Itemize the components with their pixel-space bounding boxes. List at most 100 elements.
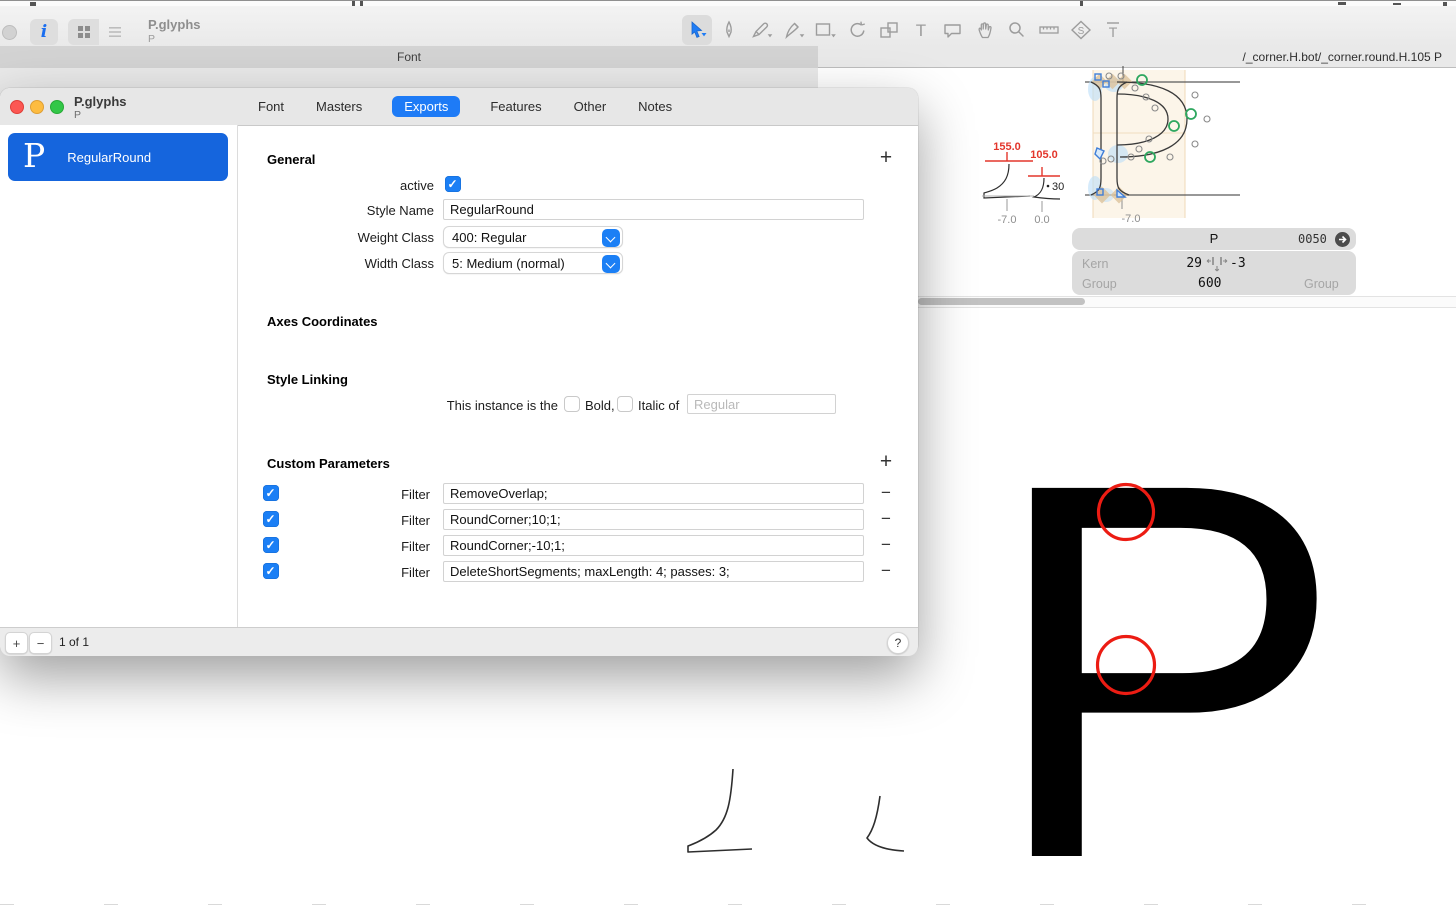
glyph-edit-view[interactable]: 155.0 -7.0 105.0 30 0.0 -7.0	[948, 66, 1260, 238]
custom-parameters-add-button[interactable]: +	[876, 452, 896, 472]
close-button[interactable]	[10, 100, 24, 114]
measure-105-value: 105.0	[1030, 149, 1058, 161]
pencil-icon	[781, 19, 805, 41]
add-instance-button[interactable]: +	[5, 632, 28, 654]
parameter-value-input[interactable]	[443, 561, 864, 582]
parameter-value-input[interactable]	[443, 483, 864, 504]
pen-tool[interactable]	[746, 15, 776, 45]
main-toolbar: i P.glyphs P	[0, 6, 1456, 47]
view-mode-segmented-control	[68, 19, 130, 45]
general-heading: General	[267, 152, 315, 167]
style-linking-target-input[interactable]	[687, 394, 836, 414]
italic-label: Italic of	[638, 398, 679, 413]
instance-list-item[interactable]: P RegularRound	[8, 133, 228, 181]
kern-label: Kern	[1082, 257, 1108, 271]
parameter-remove-button[interactable]: −	[878, 563, 894, 579]
minimize-button[interactable]	[30, 100, 44, 114]
annotation-tool[interactable]	[938, 15, 968, 45]
dialog-tab-bar: Font Masters Exports Features Other Note…	[256, 95, 674, 118]
pen-icon	[749, 19, 773, 41]
tab-masters[interactable]: Masters	[314, 96, 364, 117]
scrollbar-thumb[interactable]	[918, 298, 1085, 305]
text-tool[interactable]: T	[906, 15, 936, 45]
chevron-down-icon	[602, 255, 620, 273]
text-icon: T	[909, 19, 933, 41]
rectangle-icon	[813, 19, 837, 41]
kern-icon	[1206, 254, 1228, 274]
rotate-tool[interactable]	[842, 15, 872, 45]
active-checkbox[interactable]	[445, 176, 461, 192]
help-button[interactable]: ?	[887, 632, 909, 654]
parameter-checkbox[interactable]	[263, 511, 279, 527]
select-tool[interactable]	[682, 15, 712, 45]
tab-features[interactable]: Features	[488, 96, 543, 117]
stroke-tool[interactable]: S	[1066, 15, 1096, 45]
vertical-text-tool[interactable]: T	[1098, 15, 1128, 45]
parameter-remove-button[interactable]: −	[878, 537, 894, 553]
tab-other[interactable]: Other	[572, 96, 609, 117]
glyph-preview-canvas: P	[960, 420, 1360, 880]
parameter-value-input[interactable]	[443, 509, 864, 530]
document-subtitle: P	[148, 33, 155, 45]
measure-tool[interactable]	[1034, 15, 1064, 45]
chevron-down-icon	[602, 229, 620, 247]
kerning-group-panel: Kern 29 -3 Group 600 Group	[1072, 251, 1356, 295]
style-name-input[interactable]	[443, 199, 864, 220]
corner-h-bot-outline	[688, 769, 752, 852]
pencil-tool[interactable]	[778, 15, 808, 45]
zoom-button[interactable]	[50, 100, 64, 114]
style-linking-sentence: This instance is the	[350, 398, 558, 413]
hand-tool[interactable]	[970, 15, 1000, 45]
parameter-property-label[interactable]: Filter	[334, 565, 430, 580]
parameter-property-label[interactable]: Filter	[334, 539, 430, 554]
italic-checkbox[interactable]	[617, 396, 633, 412]
weight-class-value: 400: Regular	[452, 230, 526, 245]
speech-bubble-icon	[941, 19, 965, 41]
tab-font-info[interactable]: Font	[256, 96, 286, 117]
ruler-icon	[1037, 19, 1061, 41]
parameter-checkbox[interactable]	[263, 485, 279, 501]
bold-checkbox[interactable]	[564, 396, 580, 412]
tab-glyph-edit[interactable]: /_corner.H.bot/_corner.round.H.105 P	[818, 46, 1456, 68]
kern-left-value[interactable]: 29	[1180, 256, 1202, 271]
horizontal-scrollbar[interactable]	[905, 296, 1456, 308]
freehand-pen-icon	[717, 19, 741, 41]
axes-heading: Axes Coordinates	[267, 314, 378, 329]
parameter-remove-button[interactable]: −	[878, 485, 894, 501]
list-view-button[interactable]	[99, 19, 130, 45]
instance-count: 1 of 1	[59, 635, 89, 649]
parameter-checkbox[interactable]	[263, 537, 279, 553]
kern-right-value[interactable]: -3	[1230, 256, 1246, 271]
general-add-button[interactable]: +	[876, 148, 896, 168]
parameter-remove-button[interactable]: −	[878, 511, 894, 527]
dialog-titlebar[interactable]: P.glyphs P Font Masters Exports Features…	[0, 88, 918, 126]
freehand-tool[interactable]	[714, 15, 744, 45]
width-class-dropdown[interactable]: 5: Medium (normal)	[443, 252, 623, 274]
group-value[interactable]: 600	[1198, 276, 1221, 291]
zoom-tool[interactable]	[1002, 15, 1032, 45]
svg-text:T: T	[916, 21, 926, 40]
grid-view-button[interactable]	[68, 19, 99, 45]
scale-tool[interactable]	[874, 15, 904, 45]
next-glyph-button[interactable]	[1335, 232, 1350, 247]
tab-notes[interactable]: Notes	[636, 96, 674, 117]
measure-0-baseline: 0.0	[1034, 214, 1049, 226]
parameter-property-label[interactable]: Filter	[334, 513, 430, 528]
parameter-property-label[interactable]: Filter	[334, 487, 430, 502]
scale-icon	[877, 19, 901, 41]
weight-class-dropdown[interactable]: 400: Regular	[443, 226, 623, 248]
tab-font[interactable]: Font	[0, 46, 818, 69]
font-info-button[interactable]: i	[30, 19, 58, 45]
tab-exports[interactable]: Exports	[392, 96, 460, 117]
style-linking-heading: Style Linking	[267, 372, 348, 387]
corner-round-outline	[867, 796, 904, 851]
width-class-label: Width Class	[237, 256, 434, 271]
remove-instance-button[interactable]: −	[29, 632, 52, 654]
window-control-dimmed[interactable]	[2, 25, 17, 40]
tab-font-label: Font	[397, 50, 421, 64]
app-window: i P.glyphs P	[0, 0, 1456, 918]
shapes-tool[interactable]	[810, 15, 840, 45]
glyph-info-header: P 0050	[1072, 228, 1356, 250]
parameter-checkbox[interactable]	[263, 563, 279, 579]
parameter-value-input[interactable]	[443, 535, 864, 556]
